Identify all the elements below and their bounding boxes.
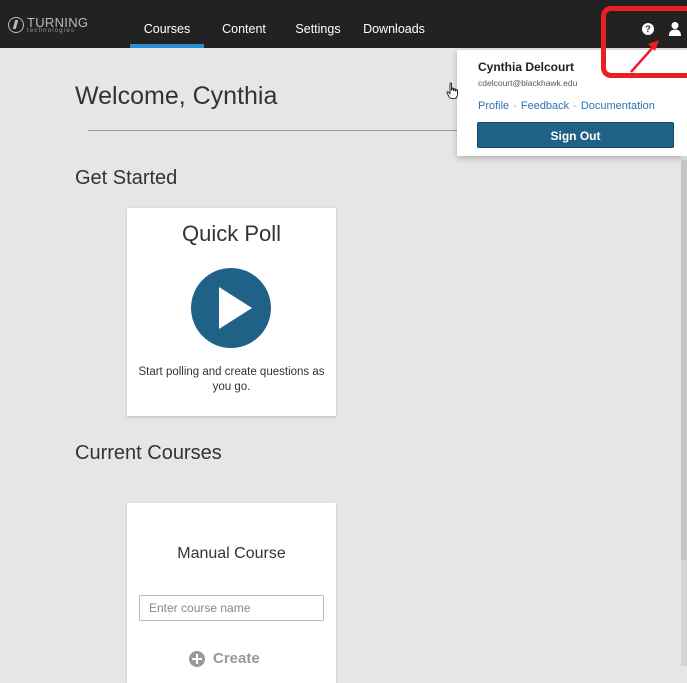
current-courses-heading: Current Courses [75, 442, 222, 464]
get-started-heading: Get Started [75, 167, 178, 189]
user-email: cdelcourt@blackhawk.edu [478, 78, 578, 88]
logo-sub-text: technologies [27, 28, 76, 34]
tab-downloads[interactable]: Downloads [358, 0, 430, 48]
turning-technologies-logo[interactable]: TURNING technologies [8, 15, 88, 35]
create-label: Create [213, 650, 260, 667]
tab-courses[interactable]: Courses [130, 0, 204, 48]
play-triangle-icon [219, 287, 252, 329]
manual-course-card: Manual Course Create [127, 503, 336, 683]
tab-settings[interactable]: Settings [288, 0, 348, 48]
quick-poll-title: Quick Poll [181, 221, 282, 246]
profile-link[interactable]: Profile [478, 100, 509, 112]
feedback-link[interactable]: Feedback [521, 100, 569, 112]
create-course-button[interactable]: Create [189, 650, 260, 667]
link-separator: - [573, 100, 577, 112]
quick-poll-card[interactable]: Quick Poll Start polling and create ques… [127, 208, 336, 416]
welcome-heading: Welcome, Cynthia [75, 82, 278, 110]
logo-mark-icon [8, 17, 24, 33]
manual-course-title: Manual Course [177, 545, 286, 562]
course-name-input[interactable] [139, 595, 324, 621]
hand-cursor-icon [446, 82, 458, 99]
annotation-arrow-icon [630, 40, 659, 73]
user-menu-links: Profile - Feedback - Documentation [478, 100, 655, 112]
plus-circle-icon [189, 650, 205, 667]
sign-out-button[interactable]: Sign Out [477, 122, 674, 148]
top-navigation-bar: TURNING technologies Courses Content Set… [0, 0, 687, 48]
divider [88, 130, 458, 131]
scrollbar-thumb[interactable] [681, 160, 687, 560]
documentation-link[interactable]: Documentation [581, 100, 655, 112]
quick-poll-description: Start polling and create questions as yo… [138, 366, 325, 393]
tab-content[interactable]: Content [214, 0, 274, 48]
play-circle-icon[interactable] [191, 268, 271, 348]
link-separator: - [513, 100, 517, 112]
user-name: Cynthia Delcourt [478, 60, 575, 74]
